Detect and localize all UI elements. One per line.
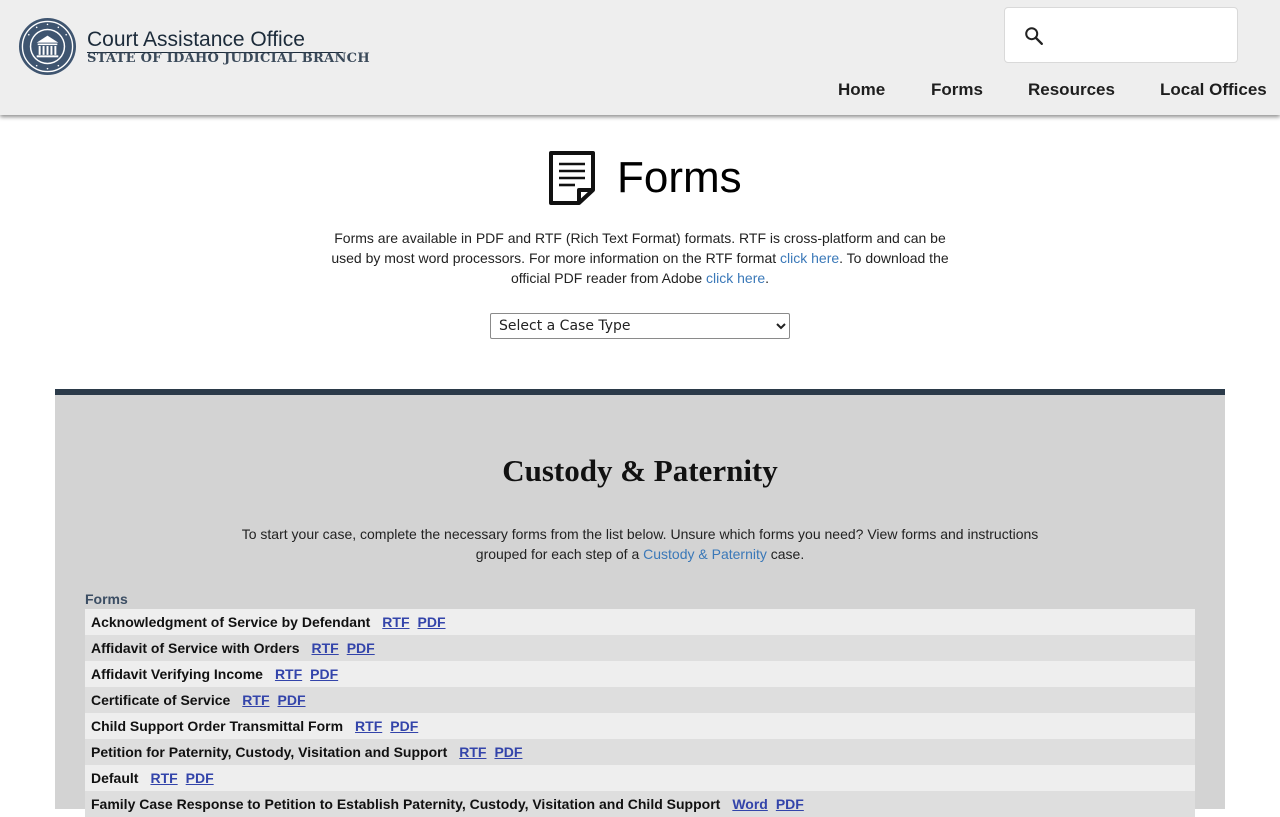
brand-subtitle: STATE OF IDAHO JUDICIAL BRANCH <box>87 51 370 66</box>
form-name: Child Support Order Transmittal Form <box>91 718 344 734</box>
page-title: Forms <box>617 153 742 202</box>
form-link-word[interactable]: Word <box>732 796 768 812</box>
section-desc-part: To start your case, complete the necessa… <box>241 526 1039 562</box>
form-link-rtf[interactable]: RTF <box>459 744 486 760</box>
form-row: Family Case Response to Petition to Esta… <box>85 791 1195 817</box>
form-name: Affidavit of Service with Orders <box>91 640 300 656</box>
form-row: Petition for Paternity, Custody, Visitat… <box>85 739 1195 765</box>
form-row: Affidavit of Service with Orders RTF PDF <box>85 635 1195 661</box>
form-row: Default RTF PDF <box>85 765 1195 791</box>
intro-text: Forms are available in PDF and RTF (Rich… <box>320 228 960 288</box>
search-input[interactable] <box>1051 18 1233 54</box>
search-icon[interactable] <box>1023 25 1045 47</box>
form-name: Petition for Paternity, Custody, Visitat… <box>91 744 448 760</box>
document-icon <box>549 151 595 205</box>
form-link-rtf[interactable]: RTF <box>242 692 269 708</box>
form-link-pdf[interactable]: PDF <box>418 614 446 630</box>
form-row: Acknowledgment of Service by Defendant RT… <box>85 609 1195 635</box>
case-type-select[interactable]: Select a Case Type <box>490 313 790 339</box>
nav-local-offices[interactable]: Local Offices <box>1160 80 1267 100</box>
forms-list: Acknowledgment of Service by Defendant RT… <box>85 609 1195 817</box>
form-link-pdf[interactable]: PDF <box>776 796 804 812</box>
form-link-rtf[interactable]: RTF <box>275 666 302 682</box>
form-row: Certificate of Service RTF PDF <box>85 687 1195 713</box>
form-link-rtf[interactable]: RTF <box>312 640 339 656</box>
form-link-rtf[interactable]: RTF <box>150 770 177 786</box>
form-name: Affidavit Verifying Income <box>91 666 263 682</box>
pdf-reader-link[interactable]: click here <box>706 270 765 286</box>
case-type-panel: Custody & Paternity To start your case, … <box>55 389 1225 817</box>
court-seal-icon <box>18 17 77 76</box>
custody-paternity-link[interactable]: Custody & Paternity <box>643 546 767 562</box>
form-link-pdf[interactable]: PDF <box>494 744 522 760</box>
form-name: Certificate of Service <box>91 692 231 708</box>
form-link-pdf[interactable]: PDF <box>278 692 306 708</box>
nav-resources[interactable]: Resources <box>1028 80 1115 100</box>
form-link-rtf[interactable]: RTF <box>382 614 409 630</box>
section-description: To start your case, complete the necessa… <box>240 524 1040 564</box>
form-link-pdf[interactable]: PDF <box>310 666 338 682</box>
section-desc-part: case. <box>766 546 805 562</box>
intro-text-part: . <box>765 270 770 286</box>
form-name: Acknowledgment of Service by Defendant <box>91 614 371 630</box>
section-title: Custody & Paternity <box>502 453 778 488</box>
rtf-info-link[interactable]: click here <box>780 250 839 266</box>
form-name: Default <box>91 770 139 786</box>
search-box <box>1004 7 1238 63</box>
form-link-rtf[interactable]: RTF <box>355 718 382 734</box>
nav-forms[interactable]: Forms <box>931 80 983 100</box>
form-link-pdf[interactable]: PDF <box>390 718 418 734</box>
site-header: Court Assistance Office STATE OF IDAHO J… <box>0 0 1280 115</box>
forms-label: Forms <box>85 591 128 607</box>
form-link-pdf[interactable]: PDF <box>186 770 214 786</box>
form-name: Family Case Response to Petition to Esta… <box>91 796 721 812</box>
form-row: Child Support Order Transmittal Form RTF P… <box>85 713 1195 739</box>
brand-title: Court Assistance Office <box>87 28 343 53</box>
form-row: Affidavit Verifying Income RTF PDF <box>85 661 1195 687</box>
nav-home[interactable]: Home <box>838 80 885 100</box>
form-link-pdf[interactable]: PDF <box>347 640 375 656</box>
